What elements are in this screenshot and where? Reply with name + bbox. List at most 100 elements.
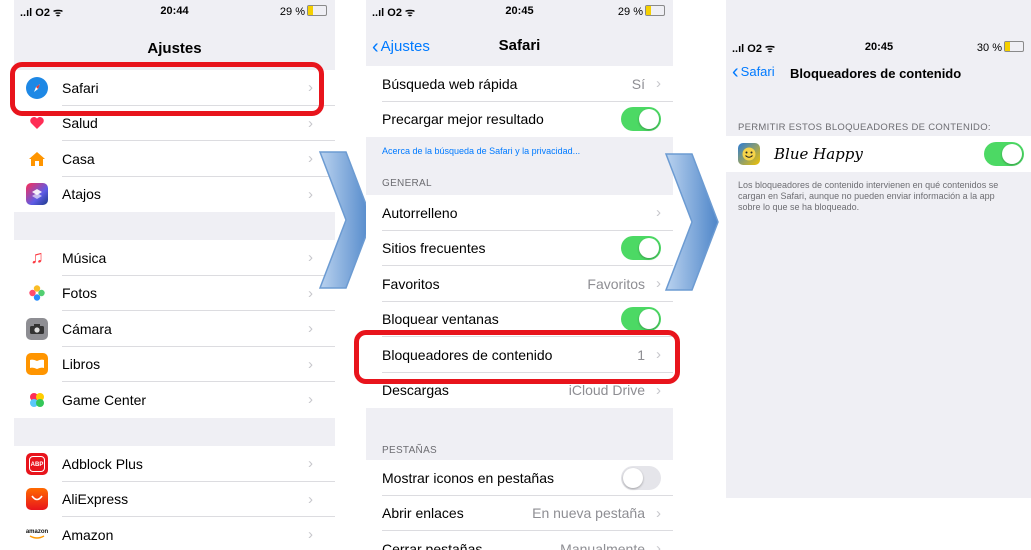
row-value: Manualmente	[560, 540, 645, 550]
chevron-right-icon: ›	[308, 114, 313, 132]
books-icon	[26, 353, 48, 376]
blue-happy-app-icon	[738, 142, 760, 165]
settings-item-label: Fotos	[62, 285, 98, 302]
row-blue-happy: Blue Happy	[726, 136, 1031, 172]
adblock-logo-glyph: ABP	[29, 455, 45, 472]
chevron-right-icon: ›	[656, 75, 661, 93]
game-center-icon	[26, 388, 48, 411]
settings-item-camara[interactable]: Cámara ›	[14, 311, 335, 347]
highlight-box-bloqueadores	[354, 330, 680, 384]
status-bar: ..ıl O2 ᯤ 20:45 30 %	[726, 36, 1031, 58]
chevron-right-icon: ›	[308, 150, 313, 168]
row-value: Sí	[631, 75, 645, 92]
row-favoritos[interactable]: Favoritos Favoritos ›	[366, 266, 673, 302]
aliexpress-icon	[26, 488, 48, 511]
sitios-frecuentes-toggle[interactable]	[621, 236, 661, 261]
settings-item-label: Cámara	[62, 320, 112, 337]
battery-icon	[307, 5, 327, 16]
bloquear-ventanas-toggle[interactable]	[621, 307, 661, 332]
highlight-box-safari	[10, 62, 324, 116]
chevron-right-icon: ›	[308, 455, 313, 473]
chevron-right-icon: ›	[656, 381, 661, 399]
row-busqueda-web-rapida[interactable]: Búsqueda web rápida Sí ›	[366, 66, 673, 102]
chevron-right-icon: ›	[656, 540, 661, 550]
tabs-group: Mostrar iconos en pestañas Abrir enlaces…	[366, 460, 673, 550]
settings-item-adblock-plus[interactable]: ABP Adblock Plus ›	[14, 446, 335, 482]
row-label: Búsqueda web rápida	[382, 75, 518, 92]
settings-group-apps3: ABP Adblock Plus › AliExpress › amazon A…	[14, 446, 335, 550]
chevron-right-icon: ›	[308, 320, 313, 338]
blockers-footnote: Los bloqueadores de contenido interviene…	[738, 180, 999, 212]
settings-item-atajos[interactable]: Atajos ›	[14, 177, 335, 213]
settings-item-label: Libros	[62, 356, 101, 373]
battery-percent: 29 %	[617, 6, 643, 18]
settings-item-game-center[interactable]: Game Center ›	[14, 382, 335, 418]
amazon-icon: amazon	[26, 523, 48, 546]
page-title: Safari	[498, 37, 541, 54]
row-mostrar-iconos: Mostrar iconos en pestañas	[366, 460, 673, 496]
chevron-right-icon: ›	[308, 526, 313, 544]
settings-item-musica[interactable]: ♫ Música ›	[14, 240, 335, 276]
settings-item-libros[interactable]: Libros ›	[14, 347, 335, 382]
settings-item-label: Game Center	[62, 391, 147, 408]
photos-flower-icon	[26, 282, 48, 305]
battery-percent: 30 %	[976, 42, 1002, 54]
settings-item-label: Adblock Plus	[62, 455, 143, 472]
adblock-plus-icon: ABP	[26, 452, 48, 475]
settings-item-label: Música	[62, 249, 107, 266]
row-autorrelleno[interactable]: Autorrelleno ›	[366, 195, 673, 231]
section-header-permitir: PERMITIR ESTOS BLOQUEADORES DE CONTENIDO…	[738, 122, 991, 133]
settings-group-apps2: ♫ Música › Fotos › Cámara › Libros › Gam…	[14, 240, 335, 418]
row-abrir-enlaces[interactable]: Abrir enlaces En nueva pestaña ›	[366, 496, 673, 531]
page-title: Bloqueadores de contenido	[790, 66, 962, 81]
chevron-right-icon: ›	[656, 275, 661, 293]
page-title: Ajustes	[147, 40, 202, 57]
battery-indicator: 30 %	[977, 41, 1024, 54]
privacy-link[interactable]: Acerca de la búsqueda de Safari y la pri…	[382, 146, 580, 156]
blue-happy-toggle[interactable]	[984, 141, 1024, 166]
chevron-right-icon: ›	[308, 391, 313, 409]
row-precargar-mejor-resultado: Precargar mejor resultado	[366, 102, 673, 138]
chevron-right-icon: ›	[308, 185, 313, 203]
settings-item-label: Amazon	[62, 526, 114, 543]
status-bar: ..ıl O2 ᯤ 20:44 29 %	[14, 0, 335, 22]
row-label: Autorrelleno	[382, 204, 458, 221]
chevron-right-icon: ›	[308, 490, 313, 508]
back-button[interactable]: ‹ Safari	[732, 61, 775, 84]
precargar-toggle[interactable]	[621, 107, 661, 132]
settings-item-label: Atajos	[62, 186, 101, 203]
settings-item-fotos[interactable]: Fotos ›	[14, 276, 335, 311]
mostrar-iconos-toggle[interactable]	[621, 465, 661, 490]
settings-item-casa[interactable]: Casa ›	[14, 141, 335, 177]
chevron-right-icon: ›	[308, 284, 313, 302]
search-group: Búsqueda web rápida Sí › Precargar mejor…	[366, 66, 673, 137]
shortcuts-icon	[26, 183, 48, 206]
chevron-right-icon: ›	[308, 249, 313, 267]
chevron-right-icon: ›	[656, 504, 661, 522]
settings-item-label: AliExpress	[62, 491, 129, 508]
chevron-right-icon: ›	[656, 204, 661, 222]
chevron-right-icon: ›	[308, 355, 313, 373]
blockers-group: Blue Happy	[726, 136, 1031, 172]
battery-indicator: 29 %	[280, 5, 327, 18]
section-header-general: GENERAL	[382, 178, 432, 189]
row-sitios-frecuentes: Sitios frecuentes	[366, 231, 673, 266]
battery-icon	[645, 5, 665, 16]
battery-indicator: 29 %	[618, 5, 665, 18]
camera-icon	[26, 317, 48, 340]
settings-item-aliexpress[interactable]: AliExpress ›	[14, 482, 335, 517]
settings-item-label: Casa	[62, 150, 95, 167]
safari-settings-screen: ..ıl O2 ᯤ 20:45 29 % ‹ Ajustes Safari Bús…	[366, 0, 673, 550]
battery-percent: 29 %	[279, 6, 305, 18]
chevron-left-icon: ‹	[732, 61, 739, 83]
settings-item-amazon[interactable]: amazon Amazon ›	[14, 517, 335, 550]
battery-icon	[1004, 41, 1024, 52]
row-value: Favoritos	[587, 275, 645, 292]
section-header-pestanas: PESTAÑAS	[382, 445, 438, 456]
home-house-icon	[26, 147, 48, 170]
music-note-icon: ♫	[26, 246, 48, 269]
content-blockers-screen: ..ıl O2 ᯤ 20:45 30 % ‹ Safari Bloqueadore…	[726, 0, 1031, 498]
settings-item-label: Salud	[62, 115, 98, 132]
row-cerrar-pestanas[interactable]: Cerrar pestañas Manualmente ›	[366, 531, 673, 550]
back-label: Safari	[740, 64, 775, 79]
